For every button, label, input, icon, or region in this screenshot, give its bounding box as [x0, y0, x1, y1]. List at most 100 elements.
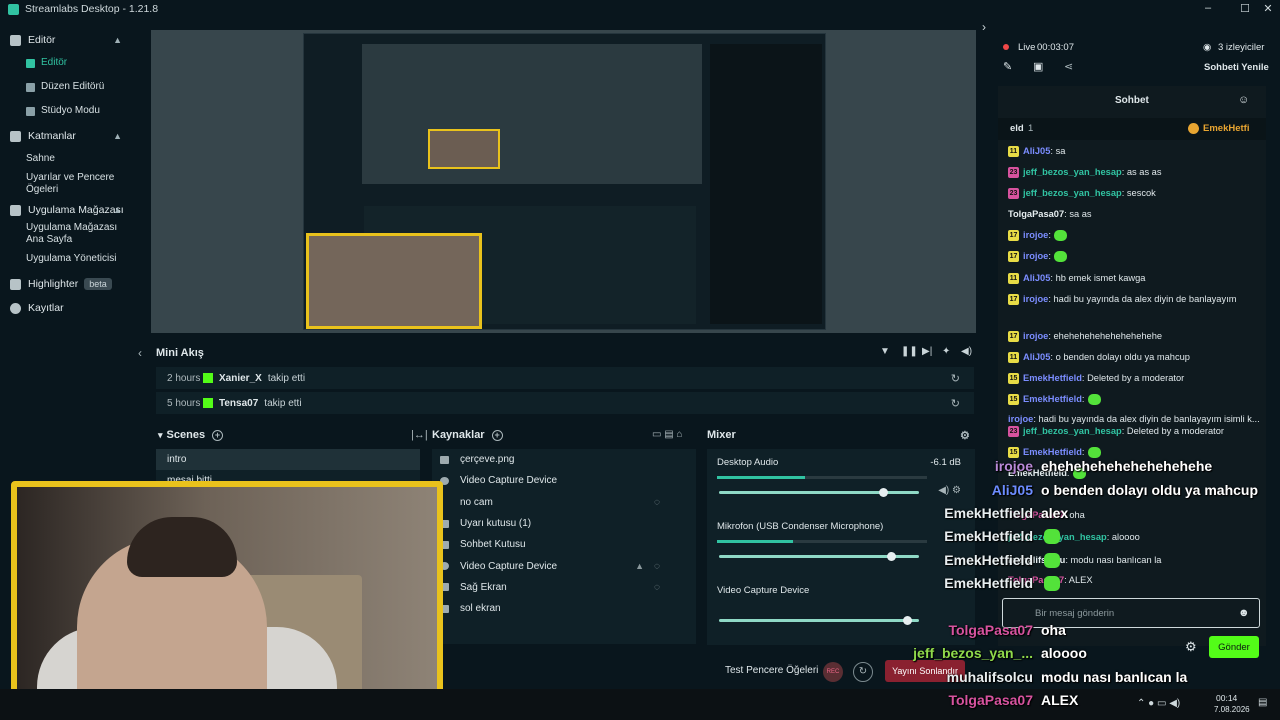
level-meter-fill — [717, 540, 793, 543]
chat-username[interactable]: EmekHetfield — [1023, 372, 1082, 385]
title-bar: Streamlabs Desktop - 1.21.8 – ☐ ✕ — [0, 0, 1280, 18]
clock-date: 7.08.2026 — [1214, 705, 1250, 714]
source-item[interactable]: sol ekran — [432, 598, 696, 619]
edit-icon[interactable]: ✎ — [1003, 60, 1012, 73]
taskbar: ⌃ ● ▭ ◀) 00:14 7.08.2026 ▤ — [0, 689, 1280, 720]
minimize-button[interactable]: – — [1198, 2, 1218, 14]
scene-item[interactable]: intro — [156, 449, 420, 470]
resize-panels-icon[interactable]: |↔| — [411, 429, 428, 441]
maximize-button[interactable]: ☐ — [1235, 2, 1255, 15]
collapse-icon[interactable]: ▾ — [158, 430, 163, 441]
chat-username[interactable]: TolgaPasa07 — [1008, 208, 1064, 221]
nested-chat — [710, 44, 822, 324]
replay-buffer-icon[interactable]: ↻ — [853, 662, 873, 682]
chat-username[interactable]: jeff_bezos_yan_hesap — [1023, 166, 1122, 179]
sidebar-item-records[interactable]: Kayıtlar — [0, 298, 136, 318]
subscriber-badge: 23 — [1008, 167, 1019, 178]
chat-username[interactable]: irojoe — [1023, 330, 1048, 343]
share-icon[interactable]: ⋖ — [1064, 60, 1073, 73]
filter-icon[interactable]: ▼ — [880, 346, 890, 357]
sidebar-item-app-store-home[interactable]: Uygulama Mağazası Ana Sayfa — [0, 222, 120, 246]
eye-hidden-icon[interactable]: ◌ — [654, 582, 660, 593]
feed-action: takip etti — [264, 397, 302, 409]
source-item[interactable]: Sohbet Kutusu — [432, 534, 696, 555]
source-item[interactable]: Video Capture Device ▲ ◌ — [432, 555, 696, 576]
source-item[interactable]: çerçeve.png — [432, 449, 696, 470]
source-item[interactable]: Video Capture Device — [432, 470, 696, 491]
sidebar-section-app-store[interactable]: Uygulama Mağazası ▲ — [0, 200, 136, 220]
source-item[interactable]: Sağ Ekran ◌ — [432, 577, 696, 598]
chat-username[interactable]: irojoe — [1023, 250, 1048, 263]
chat-message: 17 irojoe: ehehehehehehehehehehe — [1008, 330, 1260, 343]
beta-badge: beta — [84, 278, 112, 290]
chat-username[interactable]: AliJ05 — [1023, 272, 1050, 285]
sidebar-item-layout-editor[interactable]: Düzen Editörü — [0, 76, 136, 98]
level-meter — [717, 476, 927, 479]
lock-icon[interactable]: ▲ — [635, 561, 644, 571]
pause-icon[interactable]: ❚❚ — [901, 346, 918, 357]
chat-settings-gear-icon[interactable]: ⚙ — [1185, 639, 1197, 655]
source-item[interactable]: no cam ◌ — [432, 492, 696, 513]
close-button[interactable]: ✕ — [1258, 2, 1278, 15]
source-tools-icons[interactable]: ▭ ▤ ⌂ — [652, 429, 683, 440]
chat-users-icon[interactable]: ☺ — [1238, 94, 1249, 106]
replay-icon[interactable]: ↻ — [951, 397, 960, 410]
chat-username[interactable]: irojoe — [1023, 229, 1048, 242]
sidebar-item-app-manager[interactable]: Uygulama Yöneticisi — [0, 248, 136, 270]
overlay-username: jeff_bezos_yan_... — [913, 645, 1033, 661]
send-button[interactable]: Gönder — [1209, 636, 1259, 658]
record-button[interactable]: REC — [823, 662, 843, 682]
window-title: Streamlabs Desktop - 1.21.8 — [25, 3, 159, 15]
chat-username[interactable]: jeff_bezos_yan_hesap — [1023, 425, 1122, 438]
add-source-button[interactable]: + — [491, 429, 503, 441]
eye-hidden-icon[interactable]: ◌ — [654, 561, 660, 572]
mute-alerts-icon[interactable]: ✦ — [942, 346, 950, 357]
sidebar-section-editor[interactable]: Editör ▲ — [0, 30, 136, 50]
nested-webcam-large — [306, 233, 482, 329]
mixer-settings-gear-icon[interactable]: ⚙ — [960, 429, 970, 442]
subscriber-badge: 17 — [1008, 331, 1019, 342]
chat-message: TolgaPasa07: sa as — [1008, 208, 1260, 221]
chevron-right-icon[interactable]: › — [982, 20, 986, 34]
chat-username[interactable]: jeff_bezos_yan_hesap — [1023, 187, 1122, 200]
sidebar-item-label: Highlighter — [28, 278, 79, 290]
notification-icon[interactable]: ▤ — [1258, 697, 1267, 708]
overlay-username: TolgaPasa07 — [948, 692, 1033, 708]
left-sidebar: Editör ▲ Editör Düzen Editörü Stüdyo Mod… — [0, 26, 136, 356]
source-item[interactable]: Uyarı kutusu (1) — [432, 513, 696, 534]
overlay-chat-line: TolgaPasa07 ALEX — [875, 691, 1078, 709]
source-label: Uyarı kutusu (1) — [460, 518, 532, 530]
subscriber-badge: 15 — [1008, 373, 1019, 384]
eye-hidden-icon[interactable]: ◌ — [654, 497, 660, 508]
live-timer: 00:03:07 — [1037, 42, 1074, 53]
add-scene-button[interactable]: + — [212, 429, 224, 441]
live-dot-icon — [1003, 44, 1009, 50]
sidebar-item-editor[interactable]: Editör — [0, 52, 136, 74]
subscriber-badge: 11 — [1008, 146, 1019, 157]
scenes-title: Scenes — [166, 429, 206, 441]
sidebar-item-highlighter[interactable]: Highlighter beta — [0, 274, 136, 294]
feed-time: 2 hours — [167, 372, 201, 384]
sidebar-item-alerts-widgets[interactable]: Uyarılar ve Pencere Ögeleri — [0, 172, 120, 196]
tray-icons[interactable]: ⌃ ● ▭ ◀) — [1137, 698, 1180, 709]
chevron-left-icon[interactable]: ‹ — [138, 346, 142, 360]
mixer-channel-name: Video Capture Device — [717, 585, 810, 596]
folder-icon[interactable]: ▣ — [1033, 60, 1043, 73]
sidebar-section-layers[interactable]: Katmanlar ▲ — [0, 126, 136, 146]
replay-icon[interactable]: ↻ — [951, 372, 960, 385]
chat-username[interactable]: AliJ05 — [1023, 145, 1050, 158]
refresh-chat-button[interactable]: Sohbeti Yenile — [1204, 62, 1269, 73]
chat-username[interactable]: irojoe — [1023, 293, 1048, 306]
volume-icon[interactable]: ◀) — [961, 346, 972, 357]
nested-webcam — [428, 129, 500, 169]
chat-username[interactable]: EmekHetfield — [1023, 393, 1082, 406]
test-widgets-label[interactable]: Test Pencere Öğeleri — [725, 665, 818, 676]
chat-username[interactable]: AliJ05 — [1023, 351, 1050, 364]
sidebar-item-scene[interactable]: Sahne — [0, 148, 136, 170]
skip-icon[interactable]: ▶| — [922, 346, 932, 357]
records-icon — [10, 302, 21, 314]
emoji-icon[interactable]: ☻ — [1238, 607, 1250, 619]
sources-list: çerçeve.png Video Capture Device no cam ◌… — [432, 449, 696, 644]
sidebar-item-studio-mode[interactable]: Stüdyo Modu — [0, 100, 136, 122]
pinned-user-right: EmekHetfi — [1203, 123, 1250, 134]
